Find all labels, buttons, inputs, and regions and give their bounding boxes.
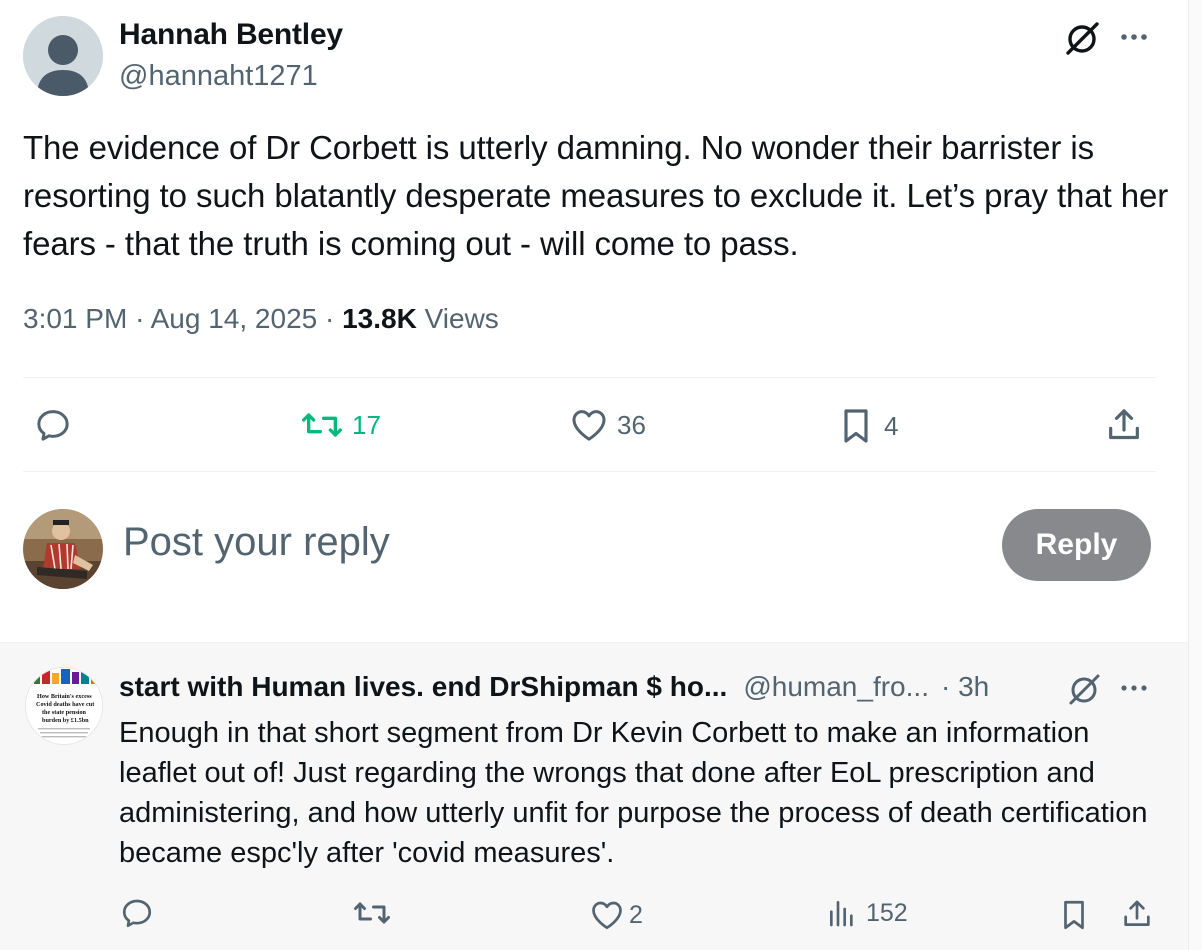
thumbnail-headline-line: the state pension [42, 709, 87, 716]
thumbnail-headline-line: How Britain's excess [37, 693, 92, 700]
author-name[interactable]: Hannah Bentley [119, 18, 343, 52]
views-label: Views [424, 303, 499, 334]
author-handle[interactable]: @hannaht1271 [119, 60, 318, 93]
reply-author-handle[interactable]: @human_fro... [743, 671, 929, 703]
bookmark-count: 4 [884, 410, 899, 441]
user-photo-icon [23, 509, 103, 589]
tweet-text: The evidence of Dr Corbett is utterly da… [23, 129, 1169, 262]
thumbnail-headline-line: Covid deaths have cut [36, 701, 95, 708]
reply-text: Enough in that short segment from Dr Kev… [119, 717, 1148, 869]
grok-icon[interactable] [1064, 669, 1104, 709]
bookmark-button[interactable] [1057, 897, 1091, 933]
retweet-count: 17 [352, 409, 381, 440]
analytics-icon [830, 901, 853, 927]
reply-tweet[interactable]: How Britain's excess Covid deaths have c… [0, 642, 1188, 950]
share-button[interactable] [1120, 897, 1154, 931]
bookmark-icon [844, 409, 868, 443]
more-options-icon[interactable] [1114, 18, 1154, 58]
retweet-icon [301, 413, 342, 437]
reply-icon [122, 899, 152, 928]
reply-button[interactable]: Reply [1002, 509, 1151, 581]
thumbnail-headline-line: burden by £1.5bn [42, 717, 89, 724]
bookmark-button[interactable]: 4 [836, 405, 898, 447]
news-thumbnail-icon: How Britain's excess Covid deaths have c… [26, 668, 102, 744]
main-tweet: Hannah Bentley @hannaht1271 The evidence… [0, 0, 1188, 642]
share-icon [1109, 409, 1139, 440]
scrollbar[interactable] [1188, 0, 1202, 950]
like-count: 2 [629, 900, 643, 929]
reply-input[interactable]: Post your reply [123, 520, 390, 565]
tweet-date[interactable]: Aug 14, 2025 [151, 303, 318, 334]
reply-icon [37, 410, 69, 441]
more-options-icon[interactable] [1114, 669, 1154, 709]
reply-timestamp[interactable]: · 3h [941, 671, 989, 703]
heart-icon [572, 410, 606, 441]
share-button[interactable] [1104, 405, 1144, 445]
author-avatar[interactable] [23, 16, 103, 96]
reply-author-avatar[interactable]: How Britain's excess Covid deaths have c… [25, 667, 103, 745]
retweet-button[interactable]: 17 [300, 405, 381, 445]
views-count: 13.8K [342, 303, 417, 334]
divider [23, 377, 1156, 378]
default-avatar-icon [23, 16, 103, 96]
reply-action-button[interactable] [119, 895, 155, 931]
retweet-icon [354, 902, 390, 924]
retweet-button[interactable] [352, 895, 392, 931]
share-icon [1124, 900, 1150, 926]
grok-icon[interactable] [1062, 18, 1102, 58]
user-avatar[interactable] [23, 509, 103, 589]
tweet-time[interactable]: 3:01 PM [23, 303, 127, 334]
like-count: 36 [617, 409, 646, 440]
reply-author-name[interactable]: start with Human lives. end DrShipman $ … [119, 671, 727, 703]
meta-separator: · [135, 303, 151, 334]
views-count: 152 [866, 898, 908, 927]
meta-separator: · [325, 303, 343, 334]
views-button[interactable]: 152 [826, 897, 908, 929]
divider [23, 471, 1156, 472]
reply-header: start with Human lives. end DrShipman $ … [119, 671, 989, 703]
bookmark-icon [1064, 900, 1084, 930]
heart-icon [592, 901, 622, 930]
reply-action-button[interactable] [33, 405, 73, 445]
like-button[interactable]: 2 [589, 897, 643, 933]
tweet-meta: 3:01 PM · Aug 14, 2025 · 13.8K Views [23, 303, 499, 335]
like-button[interactable]: 36 [569, 405, 646, 445]
